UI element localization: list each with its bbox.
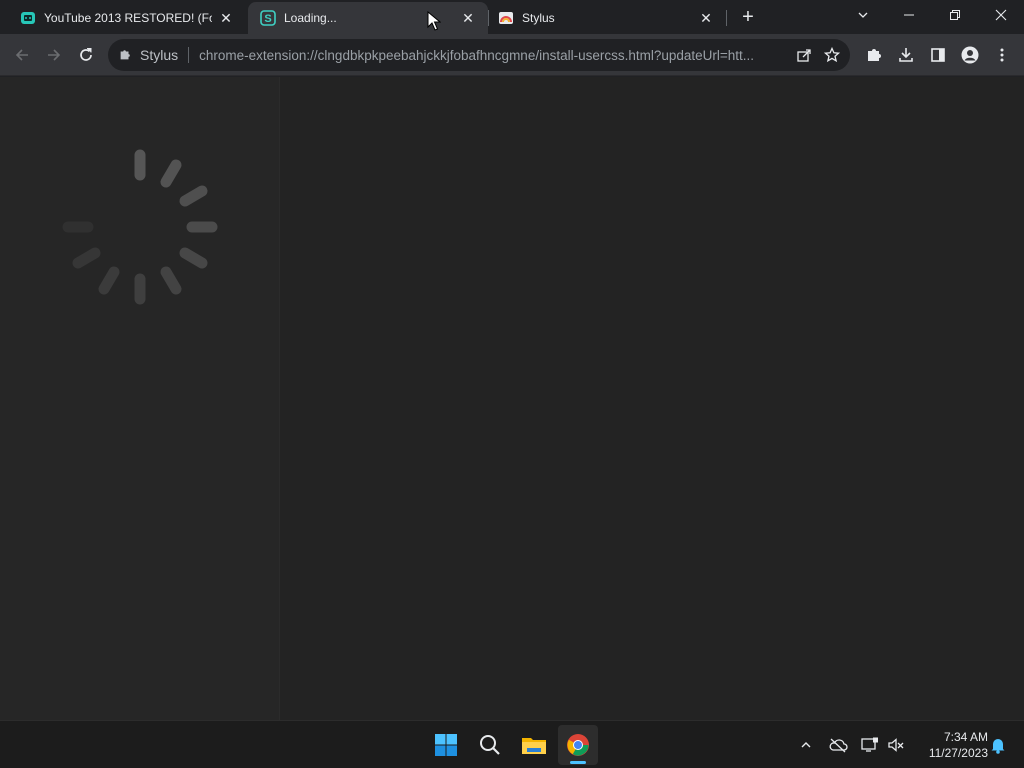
restore-icon <box>950 10 960 20</box>
clock-date: 11/27/2023 <box>928 746 988 760</box>
chrome-icon <box>567 734 589 756</box>
mouse-cursor-icon <box>427 11 441 31</box>
network-icon[interactable] <box>858 733 882 757</box>
notification-bell-icon[interactable] <box>986 733 1010 757</box>
more-vert-icon <box>1000 48 1004 62</box>
system-clock[interactable]: 7:34 AM 11/27/2023 <box>912 729 988 761</box>
address-bar[interactable]: Stylus chrome-extension://clngdbkpkpeeba… <box>108 39 850 71</box>
windows-taskbar: 7:34 AM 11/27/2023 <box>0 720 1024 768</box>
minimize-button[interactable] <box>886 0 932 30</box>
arrow-left-icon <box>15 49 28 61</box>
start-button[interactable] <box>426 725 466 765</box>
close-tab-icon[interactable]: ✕ <box>218 10 234 26</box>
reload-icon <box>80 48 92 61</box>
puzzle-icon <box>868 49 881 61</box>
search-icon <box>480 735 500 755</box>
close-icon <box>995 9 1007 21</box>
tab-title: Stylus <box>522 11 555 25</box>
profile-button[interactable] <box>954 39 986 71</box>
loading-spinner <box>62 149 218 305</box>
page-content <box>0 77 1024 720</box>
puzzle-icon <box>120 50 130 60</box>
close-tab-icon[interactable]: ✕ <box>460 10 476 26</box>
svg-text:S: S <box>264 13 271 25</box>
downloads-button[interactable] <box>890 39 922 71</box>
menu-button[interactable] <box>986 39 1018 71</box>
tab-youtube-restored[interactable]: YouTube 2013 RESTORED! (For R ✕ <box>0 2 246 34</box>
side-panel-button[interactable] <box>922 39 954 71</box>
reload-button[interactable] <box>70 39 102 71</box>
tab-strip: YouTube 2013 RESTORED! (For R ✕ S Loadin… <box>0 0 1024 34</box>
side-panel-icon <box>931 48 945 62</box>
search-button[interactable] <box>470 725 510 765</box>
browser-toolbar: Stylus chrome-extension://clngdbkpkpeeba… <box>0 34 1024 76</box>
stylus-logo-icon <box>498 10 514 26</box>
avatar-icon <box>961 46 979 64</box>
url-text[interactable]: chrome-extension://clngdbkpkpeebahjckkjf… <box>199 48 790 63</box>
stylus-s-icon: S <box>260 10 276 26</box>
file-explorer-button[interactable] <box>514 725 554 765</box>
back-button[interactable] <box>6 39 38 71</box>
extension-chip-label: Stylus <box>140 47 179 63</box>
youtube-restored-icon <box>20 10 36 26</box>
tab-stylus[interactable]: Stylus ✕ <box>490 2 726 34</box>
new-tab-button[interactable]: + <box>736 5 760 29</box>
tab-search-button[interactable] <box>840 0 886 30</box>
minimize-icon <box>904 14 914 16</box>
extension-chip[interactable]: Stylus <box>118 47 178 63</box>
forward-button[interactable] <box>38 39 70 71</box>
clock-time: 7:34 AM <box>943 730 988 744</box>
chevron-down-icon <box>858 12 868 18</box>
share-icon[interactable] <box>790 41 818 69</box>
chevron-up-icon <box>801 742 811 748</box>
tab-divider <box>726 10 727 26</box>
download-icon <box>899 48 913 62</box>
tab-title: YouTube 2013 RESTORED! (For R <box>44 11 212 25</box>
onedrive-icon[interactable] <box>826 733 850 757</box>
bookmark-star-icon[interactable] <box>818 41 846 69</box>
active-app-indicator <box>570 761 586 764</box>
chrome-button[interactable] <box>558 725 598 765</box>
extensions-button[interactable] <box>858 39 890 71</box>
omnibox-divider <box>188 47 190 63</box>
install-sidebar <box>0 77 280 720</box>
close-window-button[interactable] <box>978 0 1024 30</box>
show-hidden-icons-button[interactable] <box>794 733 818 757</box>
restore-button[interactable] <box>932 0 978 30</box>
volume-muted-icon[interactable] <box>884 733 908 757</box>
tab-divider <box>488 10 489 26</box>
tab-loading[interactable]: S Loading... ✕ <box>248 2 488 34</box>
windows-start-icon <box>435 734 457 756</box>
file-explorer-icon <box>522 738 546 754</box>
close-tab-icon[interactable]: ✕ <box>698 10 714 26</box>
arrow-right-icon <box>48 49 61 61</box>
